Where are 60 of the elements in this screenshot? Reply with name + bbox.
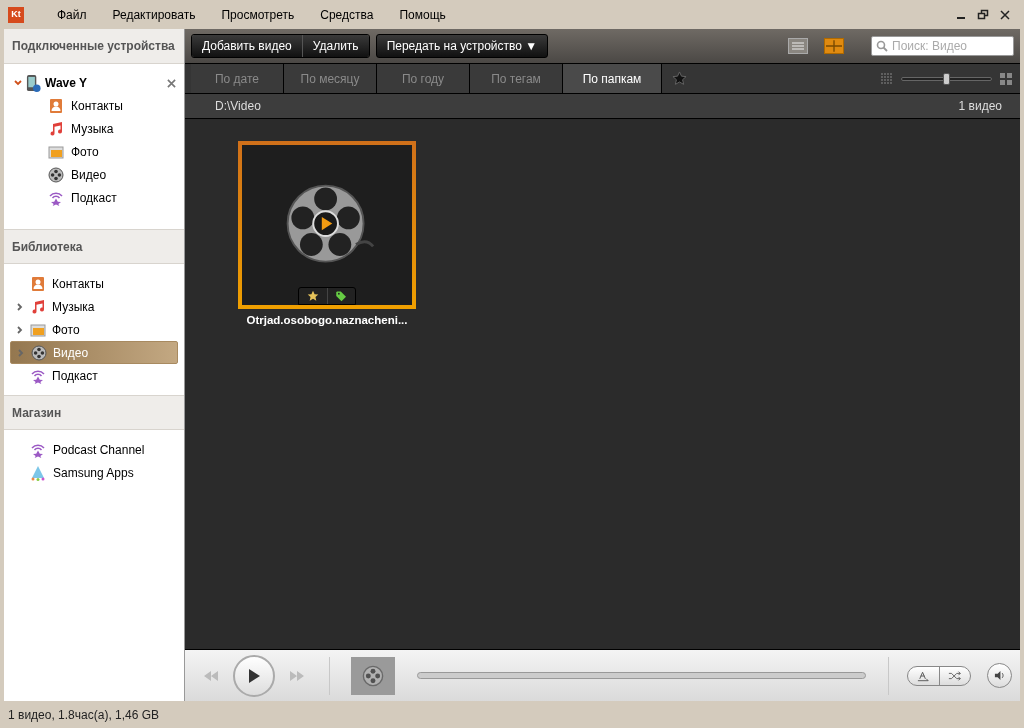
volume-button[interactable]: [987, 663, 1012, 688]
speaker-icon: [994, 670, 1005, 681]
transfer-button[interactable]: Передать на устройство ▼: [375, 34, 549, 58]
chevron-down-icon[interactable]: [14, 79, 22, 87]
sidebar-item[interactable]: Подкаст: [10, 364, 178, 387]
video-thumbnail[interactable]: [238, 141, 416, 309]
progress-track[interactable]: [417, 672, 866, 679]
sidebar-item[interactable]: Видео: [71, 165, 107, 184]
chevron-right-icon[interactable]: [16, 325, 24, 334]
sidebar-item[interactable]: Samsung Apps: [53, 463, 134, 482]
menu-item[interactable]: Средства: [307, 5, 387, 24]
film-reel-icon: [362, 664, 384, 687]
sidebar-item[interactable]: Podcast Channel: [53, 440, 145, 459]
search-icon: [876, 40, 888, 52]
large-grid-icon[interactable]: [1000, 72, 1012, 85]
status-text: 1 видео, 1.8час(а), 1,46 GB: [8, 706, 160, 724]
sidebar-item[interactable]: Музыка: [10, 295, 178, 318]
music-note-icon: [48, 120, 64, 137]
list-icon: [791, 41, 805, 51]
sidebar-item[interactable]: Фото: [71, 142, 99, 161]
phone-icon: [26, 73, 41, 93]
restore-icon[interactable]: [977, 8, 989, 21]
photo-folder-icon: [30, 321, 46, 338]
toolbar-button[interactable]: Добавить видео: [192, 35, 302, 57]
section-header: Магазин: [4, 395, 184, 430]
close-icon[interactable]: [999, 8, 1011, 21]
grid-icon: [826, 40, 842, 52]
section-header: Библиотека: [4, 229, 184, 264]
video-title: Otrjad.osobogo.naznacheni...: [246, 313, 408, 328]
film-reel-icon: [48, 166, 64, 183]
sidebar-item[interactable]: Контакты: [71, 96, 123, 115]
section-header: Подключенные устройства: [4, 29, 184, 64]
search-field[interactable]: Поиск: Видео: [871, 36, 1014, 56]
sidebar-item[interactable]: Музыка: [71, 119, 114, 138]
sidebar-item[interactable]: Подкаст: [71, 188, 117, 207]
film-reel-icon: [31, 344, 47, 361]
photo-folder-icon: [48, 143, 64, 160]
contacts-icon: [48, 97, 64, 114]
chevron-right-icon[interactable]: [16, 302, 24, 311]
music-note-icon: [30, 298, 46, 315]
play-button[interactable]: [233, 654, 275, 697]
item-count: 1 видео: [958, 98, 1002, 115]
folder-path: D:\Video: [215, 98, 262, 115]
play-icon: [248, 668, 260, 683]
menu-item[interactable]: Редактировать: [99, 5, 209, 24]
menu-item[interactable]: Файл: [44, 5, 100, 24]
app-logo: Kt: [8, 6, 24, 23]
device-name[interactable]: Wave Y: [45, 74, 163, 92]
toolbar-button[interactable]: Удалить: [301, 35, 369, 57]
triangle-apps-icon: [30, 464, 46, 481]
star-icon[interactable]: [672, 71, 687, 86]
close-icon[interactable]: [167, 78, 176, 88]
menu-item[interactable]: Помощь: [386, 5, 459, 24]
contacts-icon: [30, 275, 46, 292]
menu-item[interactable]: Просмотреть: [208, 5, 308, 24]
sidebar-item[interactable]: Фото: [10, 318, 178, 341]
sidebar-item[interactable]: Контакты: [10, 272, 178, 295]
tab[interactable]: По папкам: [563, 64, 662, 93]
zoom-slider[interactable]: [901, 72, 992, 85]
slider-thumb[interactable]: [942, 72, 950, 85]
